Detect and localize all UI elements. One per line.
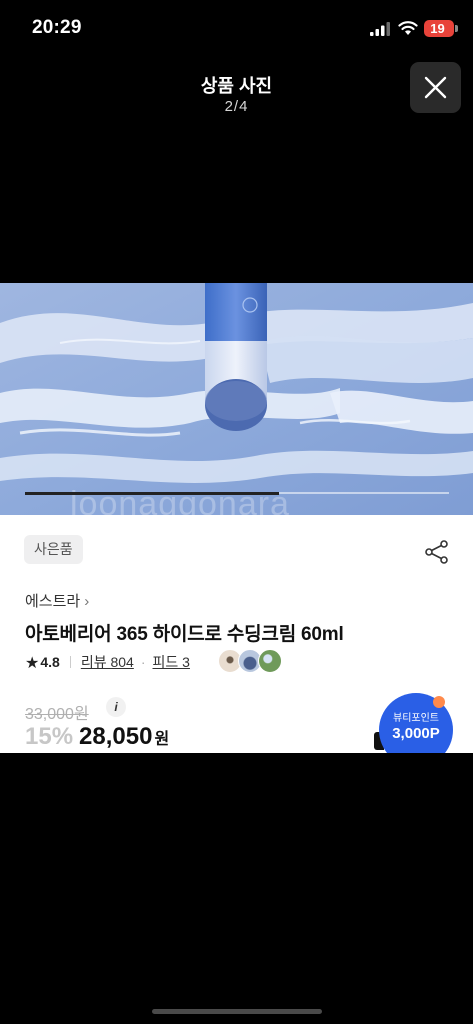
rating-value: 4.8 (40, 654, 60, 670)
product-photo[interactable]: loonaggonara 사은품 에스트라 › 아토베리어 365 하이드로 수딩… (0, 283, 473, 753)
star-icon: ★ (25, 655, 40, 672)
gift-badge: 사은품 (24, 535, 83, 564)
product-hero-image: loonaggonara (0, 283, 473, 515)
product-title: 아토베리어 365 하이드로 수딩크림 60ml (25, 624, 344, 645)
brand-name: 에스트라 (25, 593, 81, 610)
signal-icon (370, 22, 390, 36)
feed-link[interactable]: 피드 3 (153, 654, 190, 670)
status-bar: 20:29 19 (0, 0, 473, 56)
feed-thumbnail[interactable] (258, 649, 282, 673)
review-link[interactable]: 리뷰 804 (81, 654, 134, 670)
photo-counter: 2/4 (224, 98, 249, 115)
home-indicator[interactable] (152, 1009, 322, 1014)
close-icon (424, 76, 447, 99)
sale-price: 28,050 (79, 723, 153, 750)
original-price: 33,000원 (25, 706, 89, 723)
brand-link[interactable]: 에스트라 › (25, 590, 89, 611)
battery-tip (455, 25, 458, 32)
slide-progress-fill (25, 491, 280, 495)
battery-icon: 19 (424, 20, 458, 37)
slide-progress-track (25, 491, 449, 495)
dot-separator: · (140, 654, 146, 670)
sparkle-icon (433, 696, 445, 708)
divider (69, 656, 71, 668)
chevron-right-icon: › (84, 593, 90, 610)
viewer-title: 상품 사진 (200, 76, 273, 96)
beauty-point-badge[interactable]: 뷰티포인트 3,000P (379, 693, 453, 753)
battery-level: 19 (430, 21, 445, 36)
share-icon[interactable] (424, 539, 450, 565)
currency-unit: 원 (154, 731, 170, 748)
close-button[interactable] (410, 62, 461, 113)
wifi-icon (398, 21, 418, 35)
info-icon[interactable]: i (106, 697, 126, 717)
rating-row: ★4.8 리뷰 804 · 피드 3 (25, 649, 282, 674)
point-amount: 3,000P (392, 725, 440, 742)
price-row: 15% 28,050 원 (25, 723, 169, 751)
discount-rate: 15% (25, 723, 74, 750)
status-time: 20:29 (32, 17, 82, 38)
watermark-text: loonaggonara (70, 485, 290, 515)
point-label: 뷰티포인트 (393, 713, 439, 724)
